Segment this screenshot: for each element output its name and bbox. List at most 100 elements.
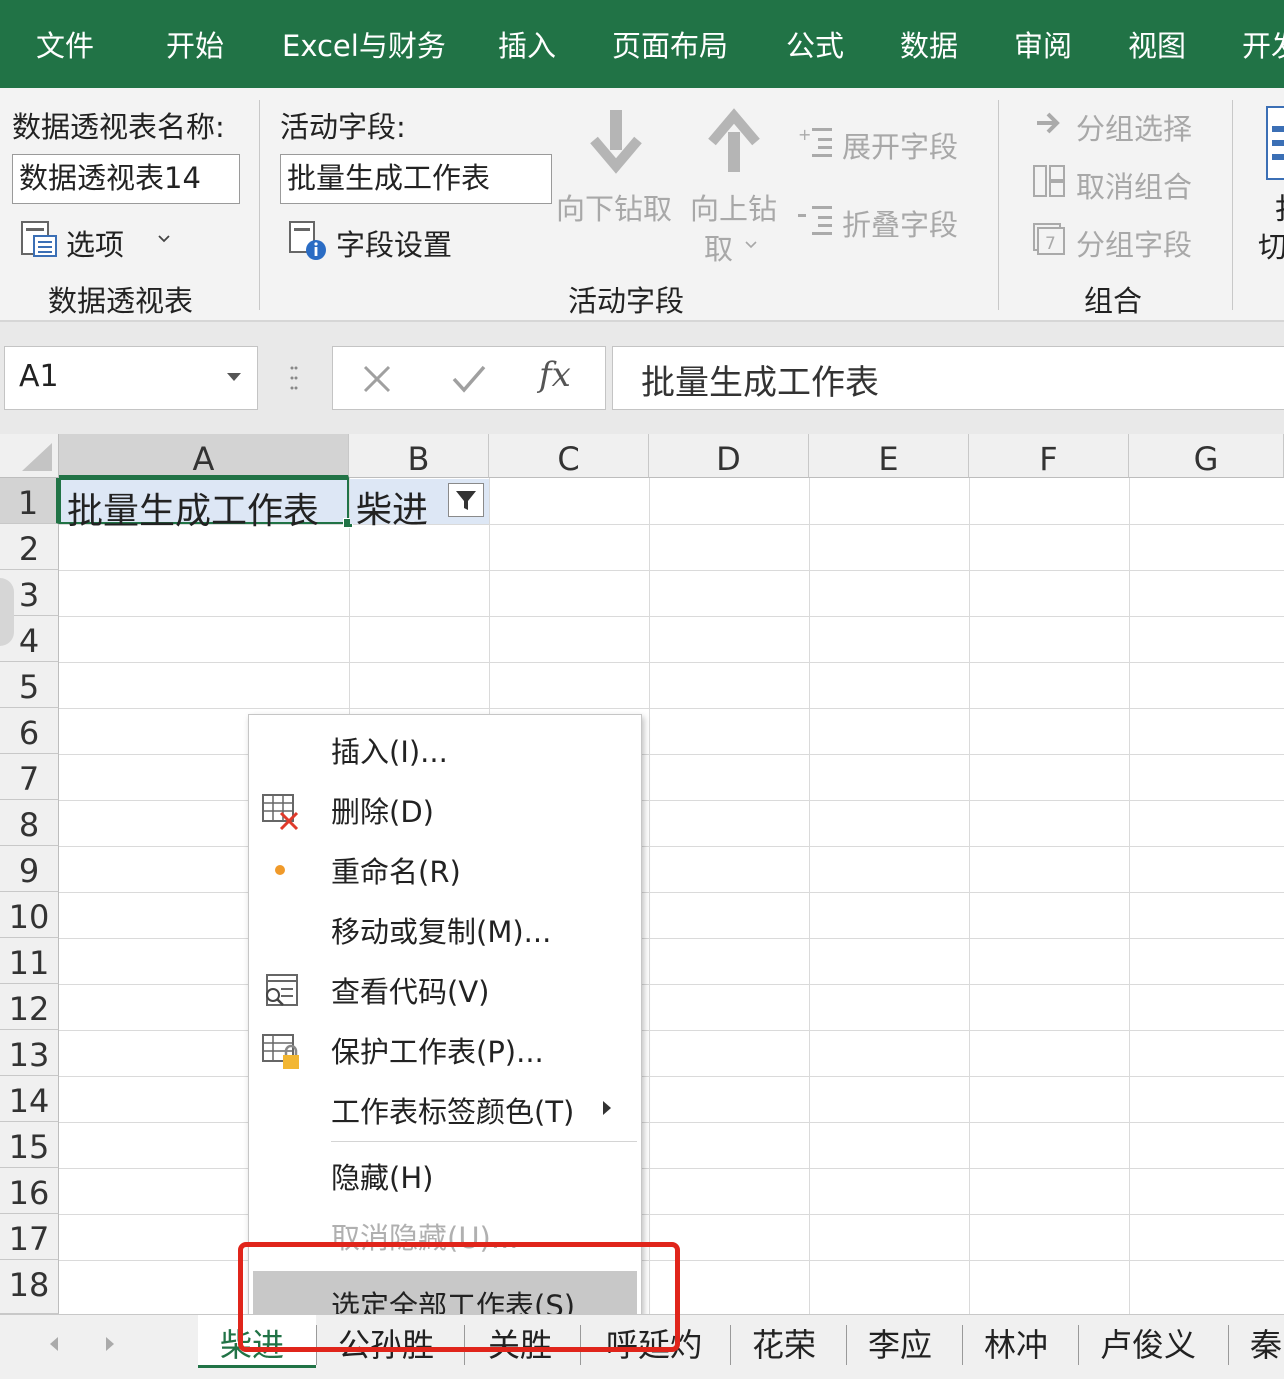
cell-b1-value: 柴进 [356,490,429,531]
gridline [59,1030,1284,1031]
tab-excel-finance[interactable]: Excel与财务 [282,0,446,88]
name-box[interactable]: A1 [4,346,258,410]
row-header-6[interactable]: 6 [0,708,59,754]
row-header-2[interactable]: 2 [0,524,59,570]
cell-a1[interactable]: 批量生成工作表 [59,478,353,532]
group-selection-button[interactable]: 分组选择 [1076,106,1192,148]
row-header-13[interactable]: 13 [0,1030,59,1076]
scroll-right-icon[interactable] [104,1335,116,1353]
worksheet-grid: A B C D E F G 1 2 3 4 5 6 7 8 9 10 11 12… [0,434,1284,1314]
column-header-b[interactable]: B [349,434,489,478]
options-button[interactable]: 选项 [66,222,124,264]
sheet-tab-7[interactable]: 林冲 [984,1319,1048,1371]
menu-item-hide[interactable]: 隐藏(H) [249,1147,641,1203]
enter-check-icon[interactable] [451,363,487,395]
protect-sheet-icon [261,1031,301,1071]
row-header-12[interactable]: 12 [0,984,59,1030]
sheet-tab-5[interactable]: 花荣 [752,1319,816,1371]
gridline [59,1122,1284,1123]
row-header-7[interactable]: 7 [0,754,59,800]
sheet-tab-8[interactable]: 卢俊义 [1100,1319,1196,1371]
row-header-1[interactable]: 1 [0,478,59,524]
tab-formulas[interactable]: 公式 [786,0,844,88]
tab-view[interactable]: 视图 [1128,0,1186,88]
column-header-g[interactable]: G [1129,434,1284,478]
insert-function-button[interactable]: fx [539,355,571,395]
row-header-5[interactable]: 5 [0,662,59,708]
ungroup-button[interactable]: 取消组合 [1076,164,1192,206]
submenu-arrow-icon [603,1101,611,1115]
sheet-tab-9[interactable]: 秦 [1250,1319,1282,1371]
field-settings-button[interactable]: 字段设置 [336,222,452,264]
column-header-c[interactable]: C [489,434,649,478]
row-header-14[interactable]: 14 [0,1076,59,1122]
row-header-15[interactable]: 15 [0,1122,59,1168]
menu-item-label: 重命名(R) [331,855,461,889]
tab-page-layout[interactable]: 页面布局 [612,0,728,88]
ribbon: 数据透视表名称: 数据透视表14 选项 数据透视表 活动字段: 批量生成工作表 … [0,88,1284,322]
drill-down-button[interactable]: 向下钻取 [556,186,672,228]
column-header-e[interactable]: E [809,434,969,478]
expand-field-button[interactable]: 展开字段 [842,124,958,166]
drill-up-button[interactable]: 向上钻 [690,186,777,228]
insert-slicer-label[interactable]: 扌 [1274,186,1284,228]
menu-item-label: 隐藏(H) [331,1161,434,1195]
row-header-17[interactable]: 17 [0,1214,59,1260]
sheet-tab-6[interactable]: 李应 [868,1319,932,1371]
tab-insert[interactable]: 插入 [498,0,556,88]
row-header-16[interactable]: 16 [0,1168,59,1214]
arrow-right-icon [1034,108,1064,138]
menu-item-delete[interactable]: 删除(D) [249,781,641,837]
tab-developer[interactable]: 开发 [1242,0,1284,88]
tab-separator [1228,1325,1229,1365]
row-header-8[interactable]: 8 [0,800,59,846]
row-header-11[interactable]: 11 [0,938,59,984]
gridline [59,800,1284,801]
scroll-thumb[interactable] [0,578,14,646]
column-header-d[interactable]: D [649,434,809,478]
dropdown-arrow-icon[interactable] [227,373,241,381]
collapse-field-icon [798,202,836,238]
menu-separator [331,1141,637,1142]
active-field-input[interactable]: 批量生成工作表 [280,154,552,204]
row-header-10[interactable]: 10 [0,892,59,938]
scroll-left-icon[interactable] [48,1335,60,1353]
menu-item-view-code[interactable]: 查看代码(V) [249,961,641,1017]
menu-item-rename[interactable]: 重命名(R) [249,841,641,897]
filter-dropdown-button[interactable] [448,483,484,517]
column-header-a[interactable]: A [59,434,349,478]
chevron-down-icon[interactable] [156,230,172,246]
view-code-icon [261,971,301,1011]
tab-file[interactable]: 文件 [36,0,94,88]
menu-item-label: 删除(D) [331,795,434,829]
column-header-f[interactable]: F [969,434,1129,478]
context-menu: 插入(I)... 删除(D) 重命名(R) 移动或复制(M)... 查看代码(V… [248,714,642,1316]
menu-item-insert[interactable]: 插入(I)... [249,721,641,777]
gridline [59,846,1284,847]
select-all-button[interactable] [0,434,59,478]
tab-separator [1078,1325,1079,1365]
cancel-icon[interactable] [361,363,393,395]
formula-input[interactable]: 批量生成工作表 [612,346,1284,410]
insert-slicer-label-line2: 切 [1258,230,1284,264]
menu-item-tab-color[interactable]: 工作表标签颜色(T) [249,1081,641,1137]
tab-data[interactable]: 数据 [900,0,958,88]
drill-down-icon [586,106,646,176]
pivot-name-input[interactable]: 数据透视表14 [12,154,240,204]
tab-home[interactable]: 开始 [166,0,224,88]
cell-b1[interactable]: 柴进 [350,479,489,531]
tab-review[interactable]: 审阅 [1014,0,1072,88]
row-header-9[interactable]: 9 [0,846,59,892]
menu-item-move-copy[interactable]: 移动或复制(M)... [249,901,641,957]
gridline [59,1076,1284,1077]
gridline [59,1214,1284,1215]
collapse-field-button[interactable]: 折叠字段 [842,202,958,244]
menu-item-protect-sheet[interactable]: 保护工作表(P)... [249,1021,641,1077]
cell-a1-value: 批量生成工作表 [67,491,320,532]
row-header-18[interactable]: 18 [0,1260,59,1314]
group-field-button[interactable]: 分组字段 [1076,222,1192,264]
splitter-handle-icon[interactable] [290,362,298,394]
gridline [59,754,1284,755]
options-icon [20,220,60,260]
chevron-down-icon [744,236,758,250]
